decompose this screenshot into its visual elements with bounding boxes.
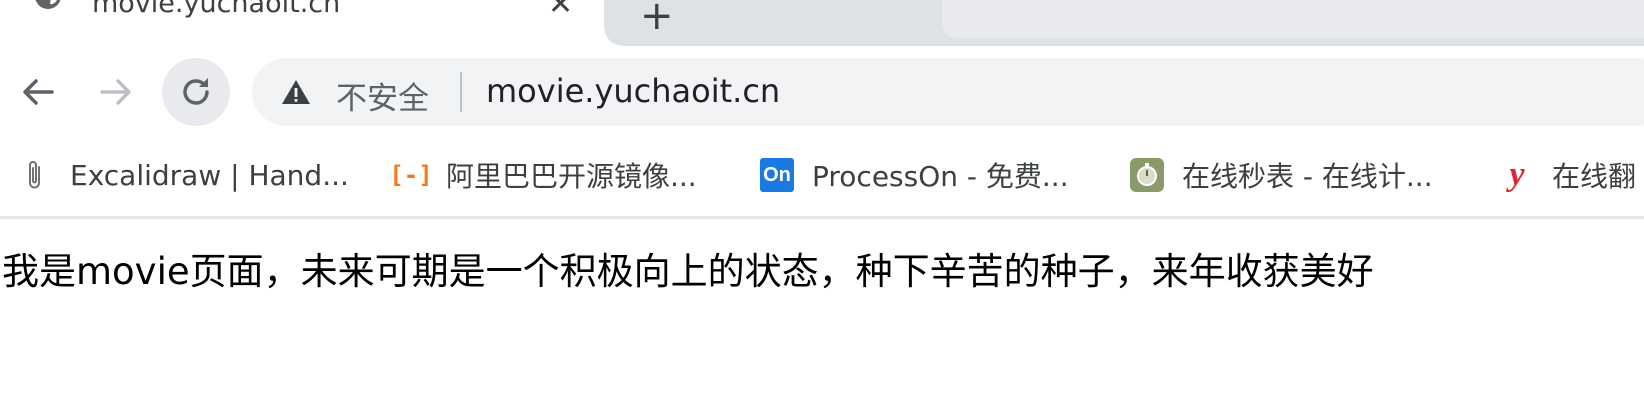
bookmark-stopwatch[interactable]: 在线秒表 - 在线计... xyxy=(1130,138,1433,212)
bookmark-label: 在线秒表 - 在线计... xyxy=(1182,160,1433,193)
paperclip-icon xyxy=(18,158,52,192)
arrow-right-icon xyxy=(100,79,131,105)
tab-strip: movie.yuchaoit.cn ✕ + xyxy=(0,0,1644,46)
page-body-text: 我是movie页面，未来可期是一个积极向上的状态，种下辛苦的种子，来年收获美好 xyxy=(2,250,1374,293)
browser-window: movie.yuchaoit.cn ✕ + 不安全 movie.yuchaoit… xyxy=(0,0,1644,416)
back-button[interactable] xyxy=(8,62,68,122)
toolbar: 不安全 movie.yuchaoit.cn xyxy=(0,46,1644,138)
youdao-icon: y xyxy=(1509,156,1525,193)
bookmark-label: 在线翻 xyxy=(1552,160,1637,193)
bookmark-excalidraw[interactable]: Excalidraw | Hand... xyxy=(18,138,349,212)
omnibox-divider xyxy=(460,72,462,112)
warning-triangle-icon[interactable] xyxy=(280,78,312,106)
bookmarks-bar: Excalidraw | Hand... [-] 阿里巴巴开源镜像... On … xyxy=(0,138,1644,219)
url-text[interactable]: movie.yuchaoit.cn xyxy=(486,72,780,110)
bookmark-aliyun-mirror[interactable]: [-] 阿里巴巴开源镜像... xyxy=(389,138,697,212)
page-content: 我是movie页面，未来可期是一个积极向上的状态，种下辛苦的种子，来年收获美好 xyxy=(0,219,1644,416)
bookmark-label: Excalidraw | Hand... xyxy=(70,158,349,192)
security-label[interactable]: 不安全 xyxy=(336,73,429,118)
address-bar[interactable]: 不安全 movie.yuchaoit.cn xyxy=(252,58,1644,126)
stopwatch-icon xyxy=(1130,158,1164,192)
bookmark-label: ProcessOn - 免费... xyxy=(812,160,1069,193)
tab-title: movie.yuchaoit.cn xyxy=(92,0,341,19)
bookmark-label: 阿里巴巴开源镜像... xyxy=(446,160,697,193)
forward-button[interactable] xyxy=(86,62,146,122)
reload-button[interactable] xyxy=(162,58,230,126)
new-tab-button[interactable]: + xyxy=(640,0,674,36)
bookmark-youdao[interactable]: y 在线翻 xyxy=(1500,138,1636,212)
processon-icon: On xyxy=(760,158,794,192)
bookmark-processon[interactable]: On ProcessOn - 免费... xyxy=(760,138,1069,212)
reload-icon xyxy=(183,78,209,105)
tab-active[interactable]: movie.yuchaoit.cn ✕ xyxy=(0,0,622,46)
tab-inactive[interactable] xyxy=(942,0,1644,38)
aliyun-icon: [-] xyxy=(389,161,433,189)
close-icon[interactable]: ✕ xyxy=(548,0,573,20)
arrow-left-icon xyxy=(23,79,54,105)
globe-icon xyxy=(32,0,64,14)
